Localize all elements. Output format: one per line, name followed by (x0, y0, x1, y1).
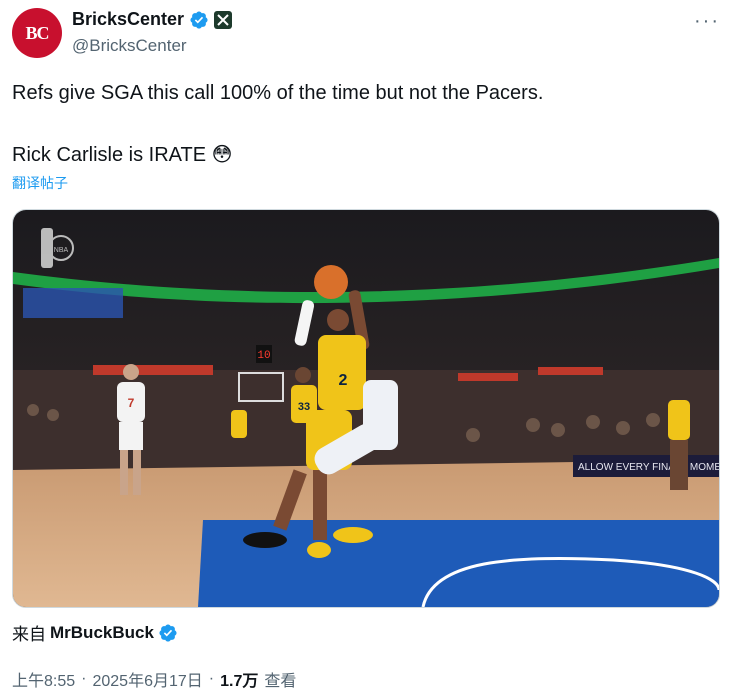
tweet-meta: 上午8:55 · 2025年6月17日 · 1.7万 查看 (12, 667, 296, 691)
affiliate-x-icon (214, 10, 233, 29)
tweet-time[interactable]: 上午8:55 (12, 667, 75, 691)
author-name-row: BricksCenter (72, 9, 233, 30)
tweet-video[interactable]: 10 ALLOW EVERY FINALS MOMENT #Fin ALLOW … (12, 209, 720, 608)
avatar-text: BC (25, 22, 49, 43)
verified-badge-icon (190, 10, 208, 29)
views-label: 查看 (264, 673, 297, 690)
views-count: 1.7万 (220, 673, 259, 690)
tweet-date[interactable]: 2025年6月17日 (92, 667, 202, 691)
author-handle[interactable]: @BricksCenter (72, 36, 187, 56)
meta-separator: · (208, 670, 215, 687)
source-prefix: 来自 (12, 625, 46, 644)
display-name[interactable]: BricksCenter (72, 9, 184, 30)
flushed-face-emoji-icon: 😳 (211, 144, 233, 166)
shot-clock-text: 10 (257, 350, 270, 362)
meta-separator: · (81, 670, 87, 687)
verified-badge-icon (159, 623, 177, 642)
arena-banner-text: ALLOW EVERY FINALS MOMENT #Fin ALLOW (578, 462, 719, 473)
more-horizontal-icon[interactable]: ··· (694, 10, 720, 33)
nba-watermark-text: NBA (54, 247, 69, 254)
source-name-link[interactable]: MrBuckBuck (50, 623, 154, 643)
video-frame: 10 ALLOW EVERY FINALS MOMENT #Fin ALLOW … (13, 210, 719, 607)
jersey-number-33: 33 (298, 401, 310, 413)
translate-post-link[interactable]: 翻译帖子 (12, 173, 68, 193)
tweet-text-line-1: Refs give SGA this call 100% of the time… (12, 82, 544, 104)
avatar[interactable]: BC (12, 8, 62, 58)
source-attribution: 来自 MrBuckBuck (12, 620, 178, 645)
tweet-text-line-2: Rick Carlisle is IRATE 😳 (12, 142, 233, 167)
jersey-number-7: 7 (128, 396, 135, 410)
tweet-text-line-2-text: Rick Carlisle is IRATE (12, 144, 207, 166)
jersey-number-2: 2 (339, 372, 348, 389)
